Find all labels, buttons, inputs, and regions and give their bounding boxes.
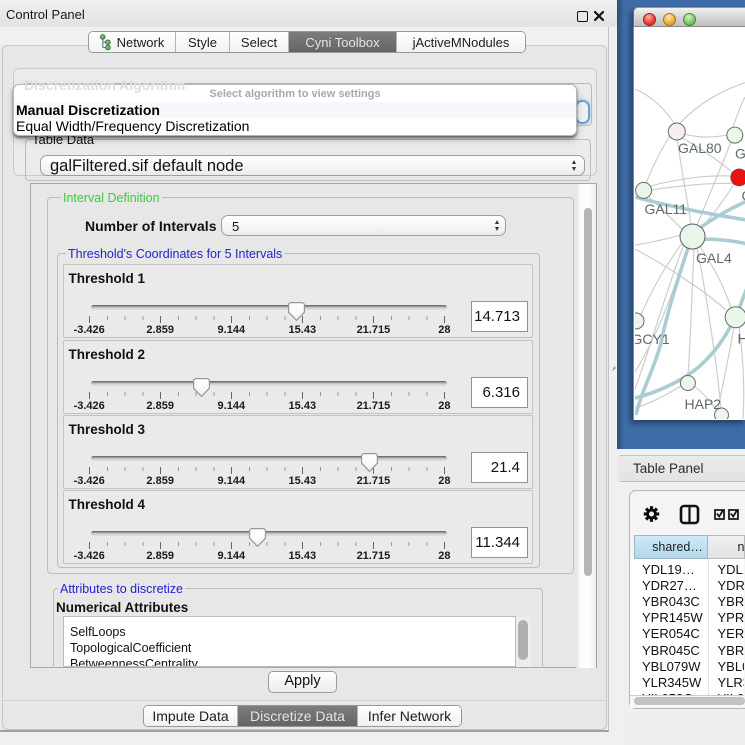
- svg-text:HAP2: HAP2: [684, 396, 721, 412]
- svg-text:GA: GA: [735, 146, 745, 162]
- svg-text:GAL4: GAL4: [696, 250, 732, 266]
- svg-text:H: H: [737, 331, 745, 347]
- svg-text:GCY1: GCY1: [635, 331, 670, 347]
- svg-text:GAL11: GAL11: [644, 201, 687, 217]
- svg-text:C: C: [741, 188, 745, 204]
- svg-text:GAL80: GAL80: [678, 140, 722, 156]
